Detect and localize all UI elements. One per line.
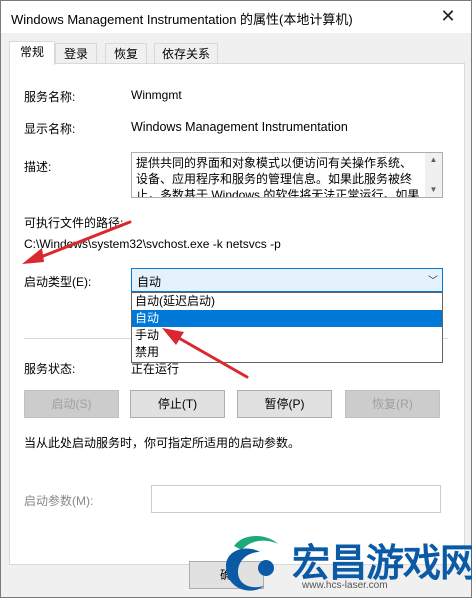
service-name-value: Winmgmt — [131, 88, 182, 102]
watermark-title: 宏昌游戏网 — [292, 541, 472, 585]
description-label: 描述: — [24, 160, 52, 174]
start-params-hint: 当从此处启动服务时，你可指定所适用的启动参数。 — [24, 436, 301, 450]
general-panel: 服务名称: Winmgmt 显示名称: Windows Management I… — [9, 63, 465, 565]
tab-recovery[interactable]: 恢复 — [105, 43, 147, 64]
exe-path-label: 可执行文件的路径: — [24, 216, 124, 230]
tab-general[interactable]: 常规 — [9, 41, 55, 65]
scroll-down-icon[interactable]: ▼ — [425, 183, 442, 197]
description-scrollbar[interactable]: ▲ ▼ — [425, 153, 442, 197]
title-bar: Windows Management Instrumentation 的属性(本… — [1, 1, 471, 33]
properties-dialog: Windows Management Instrumentation 的属性(本… — [0, 0, 472, 598]
start-params-label: 启动参数(M): — [24, 494, 94, 508]
tab-logon[interactable]: 登录 — [55, 43, 97, 64]
startup-type-label: 启动类型(E): — [24, 275, 92, 289]
description-text: 提供共同的界面和对象模式以便访问有关操作系统、设备、应用程序和服务的管理信息。如… — [136, 156, 420, 198]
start-button[interactable]: 启动(S) — [24, 390, 119, 418]
close-button[interactable]: ✕ — [425, 1, 471, 33]
scroll-up-icon[interactable]: ▲ — [425, 153, 442, 167]
exe-path-value: C:\Windows\system32\svchost.exe -k netsv… — [24, 237, 281, 251]
description-box[interactable]: 提供共同的界面和对象模式以便访问有关操作系统、设备、应用程序和服务的管理信息。如… — [131, 152, 443, 198]
startup-option-disabled[interactable]: 禁用 — [132, 344, 442, 361]
display-name-value: Windows Management Instrumentation — [131, 120, 348, 134]
stop-button[interactable]: 停止(T) — [130, 390, 225, 418]
startup-type-select[interactable]: 自动 ﹀ — [131, 268, 443, 292]
service-name-label: 服务名称: — [24, 90, 76, 104]
service-status-label: 服务状态: — [24, 362, 76, 376]
startup-option-auto-delayed[interactable]: 自动(延迟启动) — [132, 293, 442, 310]
start-params-input[interactable] — [151, 485, 441, 513]
startup-option-auto[interactable]: 自动 — [132, 310, 442, 327]
watermark-url: www.hcs-laser.com — [302, 580, 388, 591]
startup-type-value: 自动 — [137, 275, 162, 289]
startup-type-dropdown: 自动(延迟启动) 自动 手动 禁用 — [131, 292, 443, 363]
tab-dependencies[interactable]: 依存关系 — [154, 43, 218, 64]
window-title: Windows Management Instrumentation 的属性(本… — [11, 12, 353, 27]
resume-button[interactable]: 恢复(R) — [345, 390, 440, 418]
startup-option-manual[interactable]: 手动 — [132, 327, 442, 344]
watermark: 宏昌游戏网 www.hcs-laser.com — [216, 530, 472, 598]
display-name-label: 显示名称: — [24, 122, 76, 136]
chevron-down-icon: ﹀ — [428, 276, 438, 287]
watermark-logo-icon — [226, 536, 278, 591]
pause-button[interactable]: 暂停(P) — [237, 390, 332, 418]
